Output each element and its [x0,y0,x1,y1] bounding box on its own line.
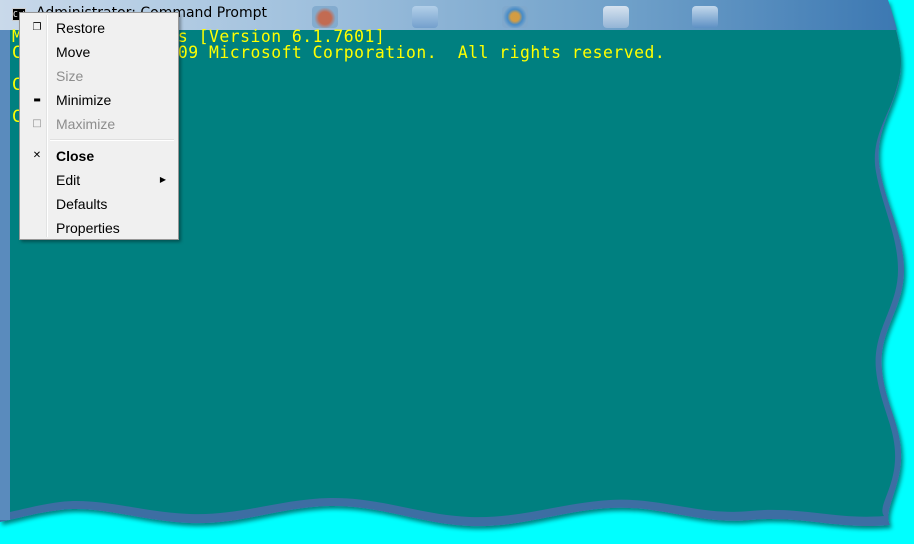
menu-item-maximize: □ Maximize [22,113,176,135]
maximize-icon: □ [32,118,42,129]
menu-item-label: Maximize [56,116,116,132]
menu-item-label: Defaults [56,196,108,212]
menu-item-defaults[interactable]: Defaults [22,193,176,215]
menu-item-properties[interactable]: Properties [22,217,176,239]
menu-item-label: Size [56,68,84,84]
menu-item-edit[interactable]: Edit ▶ [22,169,176,191]
minimize-icon: ▬ [33,95,41,104]
menu-separator [50,139,174,141]
close-icon: ✕ [32,150,42,161]
left-frame-strip [0,30,10,520]
screenshot-stage: C:\ Administrator: Command Prompt Micros… [0,0,914,544]
menu-item-label: Properties [56,220,120,236]
submenu-arrow-icon: ▶ [159,175,166,184]
restore-icon: ❐ [32,22,42,33]
menu-item-label: Edit [56,172,81,188]
menu-item-label: Minimize [56,92,112,108]
menu-item-label: Close [56,148,95,164]
menu-item-minimize[interactable]: ▬ Minimize [22,89,176,111]
menu-item-restore[interactable]: ❐ Restore [22,17,176,39]
system-menu: ❐ Restore Move Size ▬ Minimize □ Maximiz… [19,12,179,240]
menu-item-move[interactable]: Move [22,41,176,63]
menu-item-label: Restore [56,20,106,36]
menu-item-label: Move [56,44,91,60]
menu-item-size: Size [22,65,176,87]
menu-item-close[interactable]: ✕ Close [22,145,176,167]
